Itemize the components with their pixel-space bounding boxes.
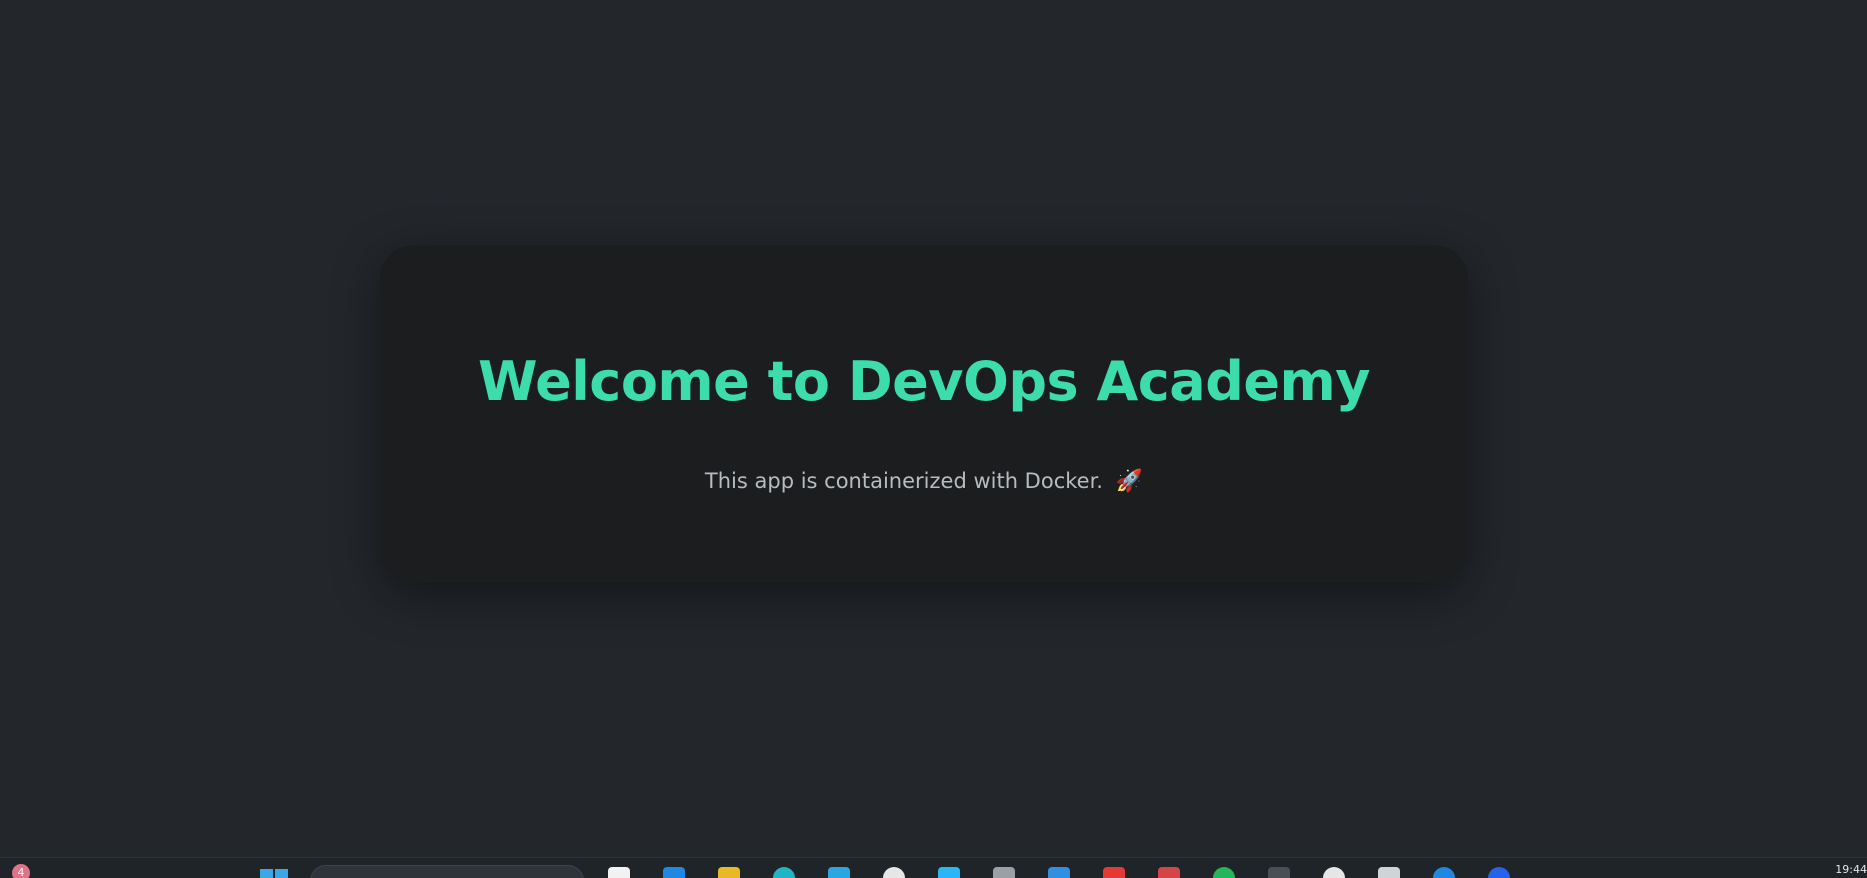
folder-icon[interactable] [718,867,740,878]
subtitle: This app is containerized with Docker. 🚀 [380,471,1468,493]
app-blue-icon[interactable] [828,867,850,878]
terminal-icon[interactable] [993,867,1015,878]
vscode-icon[interactable] [1048,867,1070,878]
taskbar: 4 19:44 [0,857,1867,878]
browser-active-icon[interactable] [1103,867,1125,878]
app-blue2-icon[interactable] [1433,867,1455,878]
welcome-card: Welcome to DevOps Academy This app is co… [380,245,1468,583]
whatsapp-icon[interactable] [1213,867,1235,878]
clock[interactable]: 19:44 [1835,863,1867,876]
page-title: Welcome to DevOps Academy [478,350,1370,413]
page: Welcome to DevOps Academy This app is co… [0,0,1867,878]
app-red-icon[interactable] [1158,867,1180,878]
app-outline-icon[interactable] [1378,867,1400,878]
edge-icon[interactable] [663,867,685,878]
chrome-icon[interactable] [1323,867,1345,878]
github-icon[interactable] [883,867,905,878]
taskbar-search-input[interactable] [310,865,584,878]
notification-badge[interactable]: 4 [12,864,30,878]
app-blue3-icon[interactable] [1488,867,1510,878]
app-teal-icon[interactable] [773,867,795,878]
windows-start-icon[interactable] [260,869,288,878]
file-icon[interactable] [608,867,630,878]
app-dark-icon[interactable] [1268,867,1290,878]
rocket-icon: 🚀 [1115,469,1144,494]
app-diamond-icon[interactable] [938,867,960,878]
subtitle-text: This app is containerized with Docker. [704,469,1103,493]
